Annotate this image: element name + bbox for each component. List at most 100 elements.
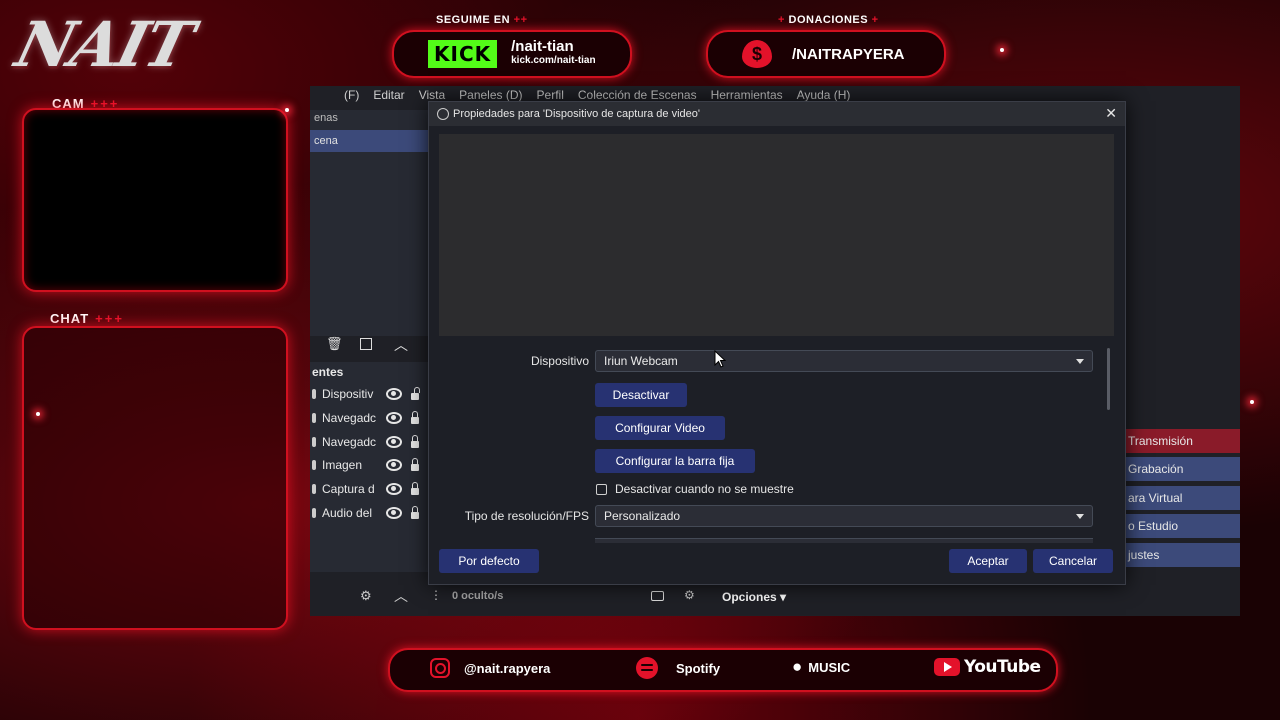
source-name: Navegadc [322,435,377,449]
follow-plus: ++ [513,14,528,26]
dropdown-arrow-icon [1076,359,1084,364]
source-row[interactable]: Dispositiv [310,383,430,405]
resolution-value: Personalizado [604,509,681,523]
defaults-button[interactable]: Por defecto [439,549,539,573]
chat-label-text: CHAT [50,311,90,326]
scene-item[interactable]: cena [310,130,428,152]
settings-button[interactable]: justes [1118,543,1240,567]
eye-icon[interactable] [386,412,402,424]
source-name: Captura d [322,482,375,496]
spark-decoration [1000,48,1004,52]
hide-deactivate-option[interactable]: Desactivar cuando no se muestre [596,482,794,496]
deactivate-button[interactable]: Desactivar [595,383,687,407]
unlock-icon[interactable] [411,386,420,400]
source-type-icon [312,389,316,399]
hidden-count: 0 oculto/s [452,590,504,602]
spotify-link[interactable]: Spotify [636,657,720,679]
lock-icon[interactable] [411,457,419,471]
chat-plus: +++ [95,311,124,326]
start-recording-button[interactable]: Grabación [1118,457,1240,481]
layout-icon[interactable] [651,591,664,601]
source-type-icon [312,437,316,447]
source-row[interactable]: Imagen [310,454,430,476]
youtube-link[interactable]: YouTube [934,657,1041,677]
hide-deactivate-checkbox[interactable] [596,483,607,495]
scrollbar-thumb[interactable] [1107,348,1110,410]
source-type-icon [312,413,316,423]
device-select[interactable]: Iriun Webcam [595,350,1093,372]
obs-bottom-toolbar: ⚙ ︿ ⋮ 0 oculto/s ⚙ Opciones ▾ [310,586,830,608]
donations-plus-right: + [871,14,879,26]
obs-logo-icon [437,108,449,120]
chat-label: CHAT +++ [50,311,124,326]
lock-icon[interactable] [411,434,419,448]
source-name: Dispositiv [322,387,374,401]
lock-icon[interactable] [411,505,419,519]
eye-icon[interactable] [386,459,402,471]
spotify-text: Spotify [676,660,721,676]
cam-frame [22,108,288,292]
kick-logo: KICK [428,40,498,68]
start-streaming-button[interactable]: Transmisión [1118,429,1240,453]
more-icon[interactable]: ⋮ [430,588,442,602]
options-label: Opciones [722,590,777,604]
configure-crossbar-button[interactable]: Configurar la barra fija [595,449,755,473]
source-type-icon [312,484,316,494]
source-row[interactable]: Navegadc [310,407,430,429]
eye-icon[interactable] [386,436,402,448]
donations-pill[interactable]: $ /NAITRAPYERA [706,30,946,78]
accept-button[interactable]: Aceptar [949,549,1027,573]
dropdown-arrow-icon [1076,514,1084,519]
lock-icon[interactable] [411,481,419,495]
trash-icon[interactable]: 🗑 [326,336,343,352]
sources-header: entes [312,365,344,379]
source-row[interactable]: Audio del [310,502,430,524]
spark-decoration [36,412,40,416]
eye-icon[interactable] [386,483,402,495]
kick-url: kick.com/nait-tian [511,55,596,66]
source-name: Navegadc [322,411,377,425]
chevron-up-icon[interactable]: ︿ [394,586,408,606]
follow-label: SEGUIME EN ++ [436,14,528,26]
options-button[interactable]: Opciones ▾ [722,590,786,604]
donations-label-text: DONACIONES [788,14,869,26]
nait-logo: NAIT [8,8,200,81]
resolution-select[interactable]: Personalizado [595,505,1093,527]
virtual-camera-button[interactable]: ara Virtual [1118,486,1240,510]
lock-icon[interactable] [411,410,419,424]
spark-decoration [1250,400,1254,404]
device-label: Dispositivo [530,354,589,368]
gear-icon[interactable]: ⚙ [360,588,372,604]
menu-edit[interactable]: Editar [373,88,404,104]
configure-video-button[interactable]: Configurar Video [595,416,725,440]
menu-file[interactable]: (F) [344,88,359,104]
source-type-icon [312,508,316,518]
donations-handle: /NAITRAPYERA [792,45,905,63]
cog-icon[interactable]: ⚙ [684,588,695,602]
cancel-button[interactable]: Cancelar [1033,549,1113,573]
apple-music-link[interactable]: ● MUSIC [792,657,850,677]
chevron-up-icon[interactable]: ︿ [394,335,408,355]
eye-icon[interactable] [386,388,402,400]
filters-icon[interactable] [360,338,372,350]
video-preview [439,134,1114,336]
spark-decoration [285,108,289,112]
studio-mode-button[interactable]: o Estudio [1118,514,1240,538]
apple-icon: ● [792,657,803,676]
instagram-handle: @nait.rapyera [464,660,551,676]
close-icon[interactable]: ✕ [1105,105,1117,122]
next-field-edge [595,538,1093,543]
follow-label-text: SEGUIME EN [436,14,511,26]
heart-dollar-icon: $ [742,40,772,68]
dialog-title-bar[interactable]: Propiedades para 'Dispositivo de captura… [429,102,1125,126]
source-row[interactable]: Captura d [310,478,430,500]
donations-label: + DONACIONES + [778,14,879,26]
eye-icon[interactable] [386,507,402,519]
instagram-link[interactable]: @nait.rapyera [430,658,550,678]
kick-pill[interactable]: KICK /nait-tian kick.com/nait-tian [392,30,632,78]
chat-frame [22,326,288,630]
source-row[interactable]: Navegadc [310,431,430,453]
kick-text: /nait-tian kick.com/nait-tian [511,39,596,68]
properties-dialog: Propiedades para 'Dispositivo de captura… [428,101,1126,585]
dialog-title: Propiedades para 'Dispositivo de captura… [453,108,700,120]
